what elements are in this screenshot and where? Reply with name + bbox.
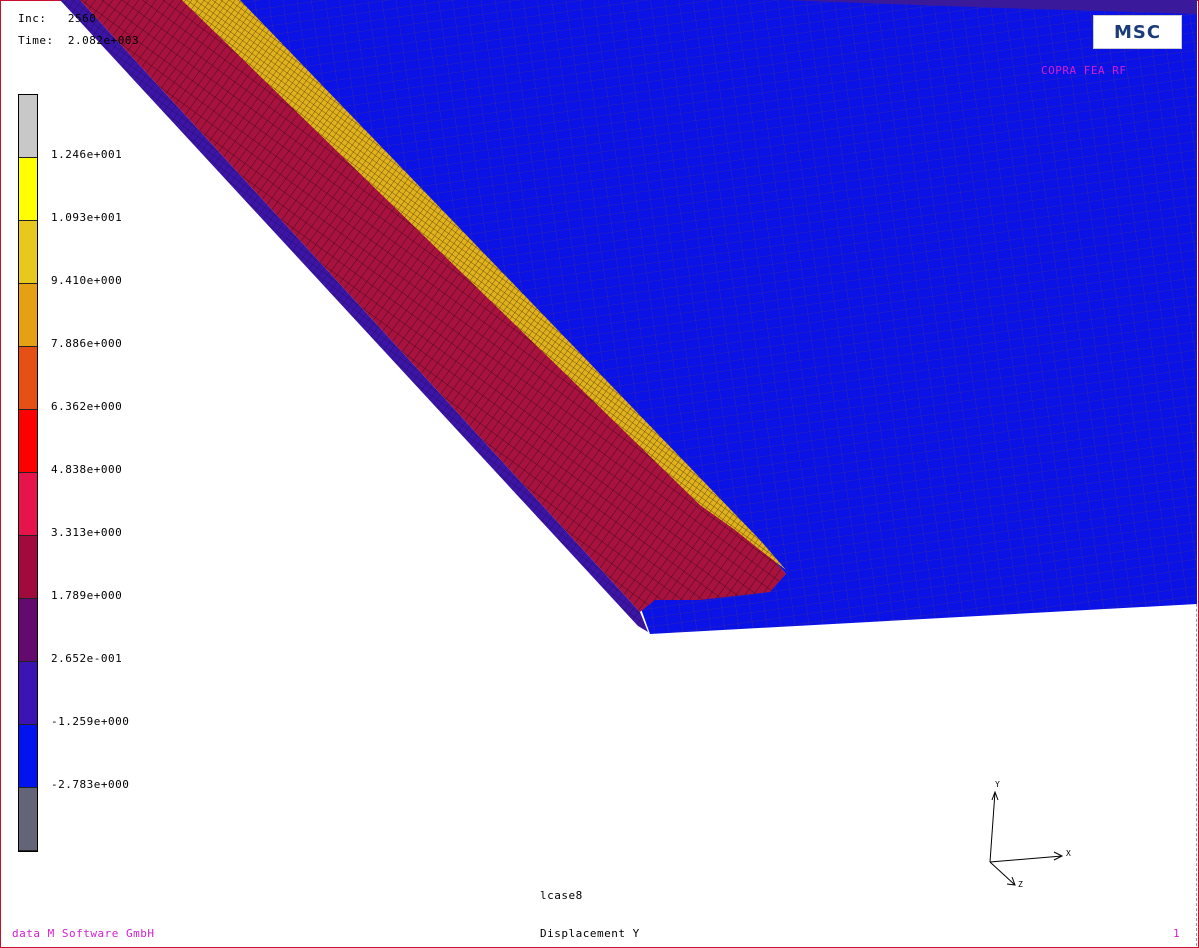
axis-x-label: X bbox=[1066, 849, 1072, 858]
legend-value-label: 2.652e-001 bbox=[51, 652, 123, 665]
loadcase-label: lcase8 bbox=[540, 889, 583, 902]
legend-swatch bbox=[19, 662, 37, 725]
legend-swatch bbox=[19, 410, 37, 473]
quantity-label: Displacement Y bbox=[540, 927, 640, 940]
legend-value-label: 3.313e+000 bbox=[51, 526, 123, 539]
legend-value-label: 1.246e+001 bbox=[51, 148, 123, 161]
fea-mesh-view[interactable] bbox=[0, 0, 1199, 948]
legend-swatch bbox=[19, 788, 37, 851]
legend-value-label: 1.093e+001 bbox=[51, 211, 123, 224]
msc-logo: MSC bbox=[1093, 15, 1182, 49]
legend-value-label: -1.259e+000 bbox=[51, 715, 130, 728]
legend-swatch bbox=[19, 599, 37, 662]
axis-z-label: Z bbox=[1018, 880, 1024, 889]
legend-swatch bbox=[19, 725, 37, 788]
model-title: COPRA FEA RF bbox=[1041, 64, 1127, 77]
legend-value-label: -2.783e+000 bbox=[51, 778, 130, 791]
legend-swatch bbox=[19, 158, 37, 221]
increment-label: Inc: 2560 bbox=[18, 12, 97, 25]
axis-y-label: Y bbox=[995, 780, 1001, 789]
legend-swatch bbox=[19, 347, 37, 410]
legend-swatch bbox=[19, 284, 37, 347]
page-number: 1 bbox=[1173, 927, 1181, 940]
legend-swatch bbox=[19, 221, 37, 284]
legend-value-label: 9.410e+000 bbox=[51, 274, 123, 287]
legend-value-label: 7.886e+000 bbox=[51, 337, 123, 350]
legend-swatch bbox=[19, 536, 37, 599]
color-legend-bar bbox=[18, 94, 38, 852]
coordinate-triad bbox=[989, 790, 1064, 886]
company-label: data M Software GmbH bbox=[12, 927, 155, 940]
legend-swatch bbox=[19, 473, 37, 536]
legend-swatch bbox=[19, 95, 37, 158]
time-label: Time: 2.082e+003 bbox=[18, 34, 140, 47]
legend-value-label: 4.838e+000 bbox=[51, 463, 123, 476]
legend-value-label: 6.362e+000 bbox=[51, 400, 123, 413]
legend-value-label: 1.789e+000 bbox=[51, 589, 123, 602]
